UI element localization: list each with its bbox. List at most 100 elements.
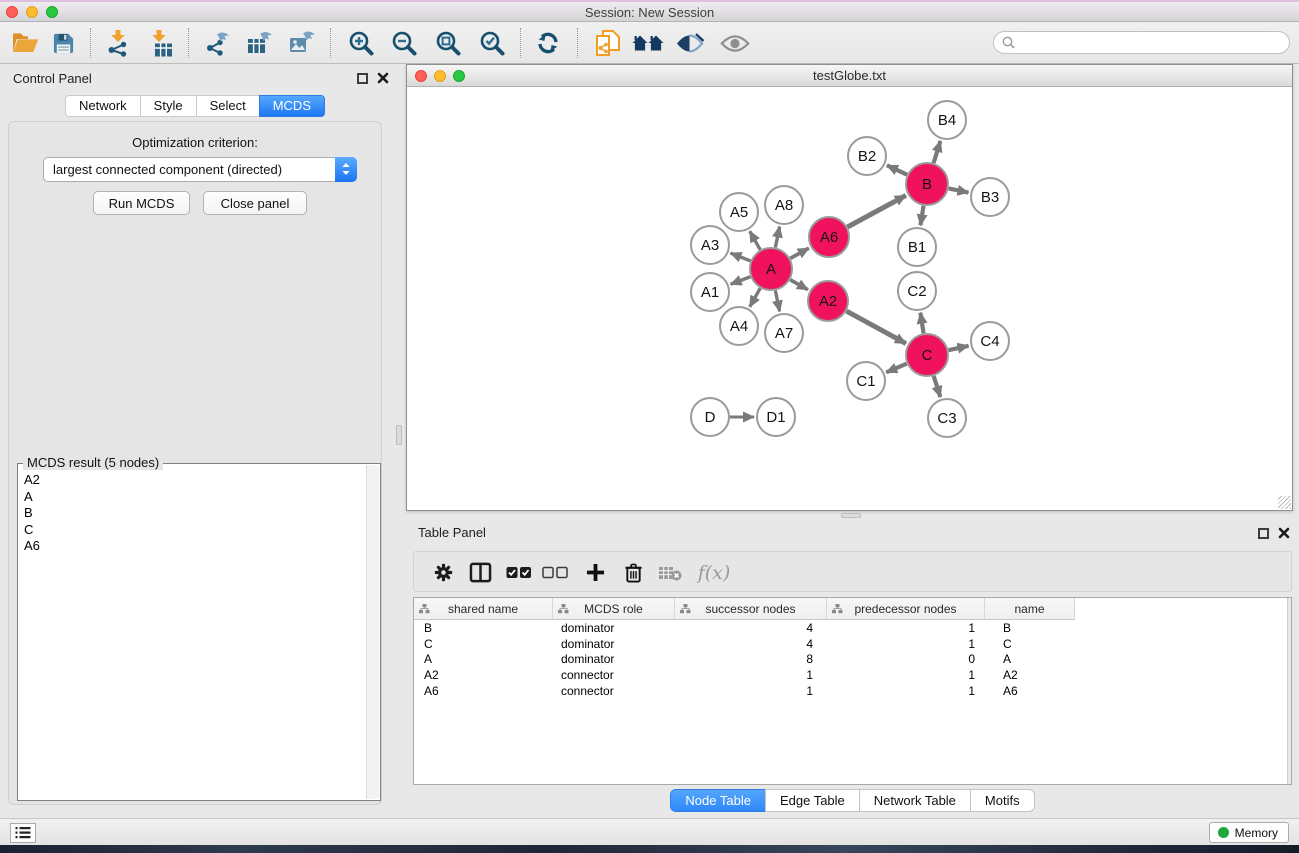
import-table-button[interactable] xyxy=(141,25,179,61)
table-row[interactable]: Cdominator41C xyxy=(414,637,1291,653)
open-session-button[interactable] xyxy=(6,25,44,61)
task-history-button[interactable] xyxy=(10,823,36,843)
save-session-button[interactable] xyxy=(44,25,82,61)
function-builder-button[interactable]: f(x) xyxy=(692,552,736,593)
edge-A-A5[interactable] xyxy=(750,231,760,250)
table-row[interactable]: A2connector11A2 xyxy=(414,668,1291,684)
column-header-mcds-role[interactable]: MCDS role xyxy=(553,598,675,620)
edge-B-B2[interactable] xyxy=(887,165,907,174)
refresh-button[interactable] xyxy=(529,25,567,61)
tab-network[interactable]: Network xyxy=(65,95,140,117)
edge-A6-B[interactable] xyxy=(847,195,905,227)
export-table-button[interactable] xyxy=(241,25,279,61)
show-details-button[interactable] xyxy=(671,25,709,61)
tab-style[interactable]: Style xyxy=(140,95,196,117)
result-item[interactable]: B xyxy=(19,505,365,522)
deselect-all-button[interactable] xyxy=(538,552,572,593)
result-item[interactable]: A2 xyxy=(19,472,365,489)
column-header-shared-name[interactable]: shared name xyxy=(414,598,553,620)
node-label: B1 xyxy=(908,239,926,256)
column-header-successor-nodes[interactable]: successor nodes xyxy=(675,598,827,620)
result-item[interactable]: C xyxy=(19,522,365,539)
edge-A-A8[interactable] xyxy=(775,227,779,248)
table-settings-button[interactable] xyxy=(426,552,460,593)
plus-icon xyxy=(586,563,605,582)
tab-network-table[interactable]: Network Table xyxy=(859,789,970,812)
export-network-button[interactable] xyxy=(199,25,237,61)
horizontal-splitter[interactable] xyxy=(841,513,861,518)
network-window-titlebar[interactable]: testGlobe.txt xyxy=(407,65,1292,87)
node-label: A8 xyxy=(775,197,793,214)
edge-C-C2[interactable] xyxy=(920,313,923,334)
zoom-fit-button[interactable] xyxy=(429,25,467,61)
close-panel-button[interactable]: Close panel xyxy=(203,191,307,215)
search-field[interactable] xyxy=(993,31,1290,54)
close-panel-icon[interactable] xyxy=(1277,526,1291,540)
import-network-button[interactable] xyxy=(99,25,137,61)
edge-C-C3[interactable] xyxy=(934,376,941,397)
table-toolbar: f(x) xyxy=(413,551,1292,592)
vertical-splitter[interactable] xyxy=(396,425,402,445)
edge-A-A7[interactable] xyxy=(775,291,779,312)
table-row[interactable]: Adominator80A xyxy=(414,652,1291,668)
edge-C-C4[interactable] xyxy=(948,346,968,350)
column-sort-icon xyxy=(832,604,843,614)
column-header-predecessor-nodes[interactable]: predecessor nodes xyxy=(827,598,985,620)
delete-table-button[interactable] xyxy=(653,552,687,593)
zoom-out-button[interactable] xyxy=(385,25,423,61)
zoom-selected-button[interactable] xyxy=(473,25,511,61)
mcds-panel: Optimization criterion: largest connecte… xyxy=(8,121,382,805)
run-mcds-button[interactable]: Run MCDS xyxy=(93,191,190,215)
cell-shared-name: A6 xyxy=(414,684,553,700)
result-item[interactable]: A xyxy=(19,489,365,506)
network-canvas[interactable]: AA1A2A3A4A5A6A7A8BB1B2B3B4CC1C2C3C4DD1 xyxy=(407,87,1292,510)
result-scrollbar[interactable] xyxy=(366,465,379,799)
node-label: C3 xyxy=(937,410,956,427)
tab-edge-table[interactable]: Edge Table xyxy=(765,789,859,812)
tab-select[interactable]: Select xyxy=(196,95,259,117)
table-scrollbar[interactable] xyxy=(1287,598,1291,784)
edge-A-A6[interactable] xyxy=(790,248,809,258)
float-panel-icon[interactable] xyxy=(357,73,368,84)
resize-grip[interactable] xyxy=(1278,496,1291,509)
cell-shared-name: C xyxy=(414,637,553,653)
edge-A-A2[interactable] xyxy=(790,280,808,290)
edge-B-B4[interactable] xyxy=(934,141,941,163)
delete-column-button[interactable] xyxy=(616,552,650,593)
column-header-name[interactable]: name xyxy=(985,598,1075,620)
cell-predecessor-nodes: 0 xyxy=(827,652,985,668)
select-all-button[interactable] xyxy=(502,552,536,593)
cell-mcds-role: dominator xyxy=(553,652,675,668)
cell-successor-nodes: 8 xyxy=(675,652,827,668)
edge-A-A4[interactable] xyxy=(750,288,760,307)
table-row[interactable]: Bdominator41B xyxy=(414,621,1291,637)
node-label: B3 xyxy=(981,189,999,206)
memory-button[interactable]: Memory xyxy=(1209,822,1289,843)
chevron-updown-icon xyxy=(335,157,357,182)
edge-A2-C[interactable] xyxy=(846,311,905,343)
tab-motifs[interactable]: Motifs xyxy=(970,789,1035,812)
result-item[interactable]: A6 xyxy=(19,538,365,555)
tab-mcds[interactable]: MCDS xyxy=(259,95,325,117)
export-image-button[interactable] xyxy=(283,25,321,61)
edge-C-C1[interactable] xyxy=(886,364,907,373)
cell-mcds-role: dominator xyxy=(553,637,675,653)
home-button[interactable] xyxy=(629,25,667,61)
zoom-in-button[interactable] xyxy=(342,25,380,61)
show-columns-button[interactable] xyxy=(463,552,497,593)
edge-B-B1[interactable] xyxy=(920,206,923,226)
edge-B-B3[interactable] xyxy=(949,188,969,192)
memory-status-icon xyxy=(1218,827,1229,838)
tab-node-table[interactable]: Node Table xyxy=(670,789,765,812)
close-panel-icon[interactable] xyxy=(376,71,390,85)
status-bar: Memory xyxy=(0,818,1299,845)
edge-A-A3[interactable] xyxy=(730,253,750,261)
float-panel-icon[interactable] xyxy=(1258,528,1269,539)
open-network-file-button[interactable] xyxy=(589,25,627,61)
optimization-criterion-select[interactable]: largest connected component (directed) xyxy=(43,157,357,182)
hide-details-button[interactable] xyxy=(716,25,754,61)
search-input[interactable] xyxy=(1019,34,1289,52)
edge-A-A1[interactable] xyxy=(731,277,751,284)
create-column-button[interactable] xyxy=(578,552,612,593)
table-row[interactable]: A6connector11A6 xyxy=(414,684,1291,700)
